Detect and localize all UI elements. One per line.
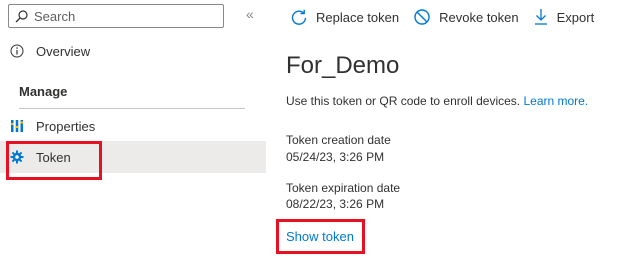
- sidebar-item-label: Overview: [36, 43, 91, 59]
- learn-more-link[interactable]: Learn more.: [523, 94, 588, 108]
- replace-token-label: Replace token: [316, 9, 400, 25]
- creation-date-label: Token creation date: [286, 133, 391, 147]
- expiration-date-value: 08/22/23, 3:26 PM: [286, 197, 385, 211]
- collapse-sidebar-button[interactable]: «: [246, 6, 254, 22]
- description: Use this token or QR code to enroll devi…: [286, 94, 588, 108]
- creation-date-value: 05/24/23, 3:26 PM: [286, 150, 385, 164]
- sidebar: Search « Overview Manage Properties Toke…: [0, 0, 266, 256]
- sidebar-item-label: Properties: [36, 118, 96, 134]
- search-icon: [15, 9, 28, 23]
- block-icon: [413, 8, 439, 26]
- revoke-token-button[interactable]: Revoke token: [413, 8, 519, 26]
- export-label: Export: [556, 9, 595, 25]
- toolbar: Replace token Revoke token Export: [290, 4, 608, 30]
- refresh-icon: [290, 8, 316, 26]
- properties-icon: [8, 117, 26, 135]
- divider: [19, 108, 245, 109]
- sidebar-item-overview[interactable]: Overview: [8, 37, 90, 65]
- sidebar-item-properties[interactable]: Properties: [8, 112, 95, 140]
- replace-token-button[interactable]: Replace token: [290, 8, 399, 26]
- search-input[interactable]: Search: [8, 4, 224, 28]
- page-title: For_Demo: [286, 52, 400, 79]
- export-button[interactable]: Export: [533, 8, 595, 26]
- download-icon: [533, 8, 557, 26]
- highlight-box-token: [6, 141, 102, 180]
- expiration-date-label: Token expiration date: [286, 181, 401, 195]
- section-label-manage: Manage: [19, 84, 68, 99]
- search-placeholder: Search: [34, 8, 76, 24]
- info-icon: [8, 42, 26, 60]
- revoke-token-label: Revoke token: [439, 9, 519, 25]
- highlight-box-show-token: [276, 219, 365, 254]
- description-text: Use this token or QR code to enroll devi…: [286, 94, 521, 108]
